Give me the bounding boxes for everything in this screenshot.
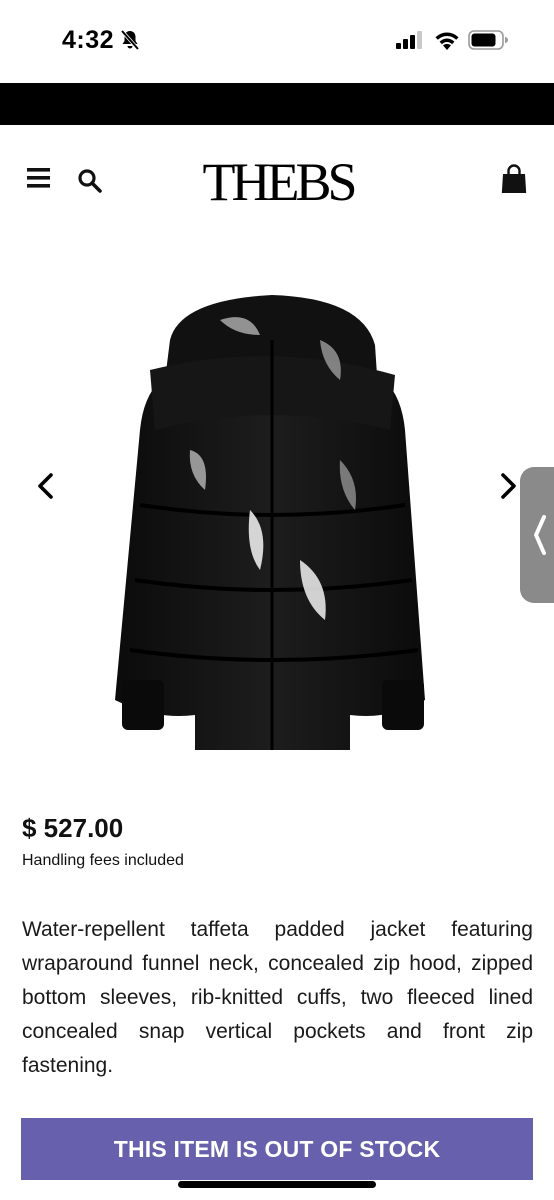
hamburger-menu-icon[interactable] bbox=[27, 167, 52, 189]
product-image[interactable] bbox=[100, 280, 445, 750]
status-bar: 4:32 bbox=[0, 0, 554, 83]
brand-logo-text: THEBS bbox=[202, 156, 354, 206]
cellular-signal-icon bbox=[396, 31, 422, 49]
shopping-bag-icon[interactable] bbox=[500, 164, 528, 194]
product-price: $ 527.00 bbox=[22, 813, 124, 843]
top-banner bbox=[0, 83, 554, 125]
product-gallery bbox=[0, 235, 554, 795]
handling-fees-note: Handling fees included bbox=[22, 852, 184, 869]
brand-logo[interactable]: THEBS bbox=[190, 152, 366, 212]
battery-icon bbox=[468, 30, 508, 50]
wifi-icon bbox=[435, 32, 459, 50]
site-header: THEBS bbox=[0, 125, 554, 235]
search-icon[interactable] bbox=[77, 168, 102, 193]
status-time: 4:32 bbox=[62, 26, 115, 54]
out-of-stock-button[interactable]: THIS ITEM IS OUT OF STOCK bbox=[21, 1118, 533, 1180]
side-panel-tab[interactable] bbox=[520, 467, 554, 603]
chevron-left-icon[interactable] bbox=[34, 471, 58, 501]
bell-slash-icon bbox=[120, 29, 140, 51]
chevron-left-icon bbox=[534, 515, 546, 555]
home-indicator[interactable] bbox=[178, 1181, 376, 1188]
product-description: Water-repellent taffeta padded jacket fe… bbox=[22, 918, 533, 1077]
chevron-right-icon[interactable] bbox=[496, 471, 520, 501]
